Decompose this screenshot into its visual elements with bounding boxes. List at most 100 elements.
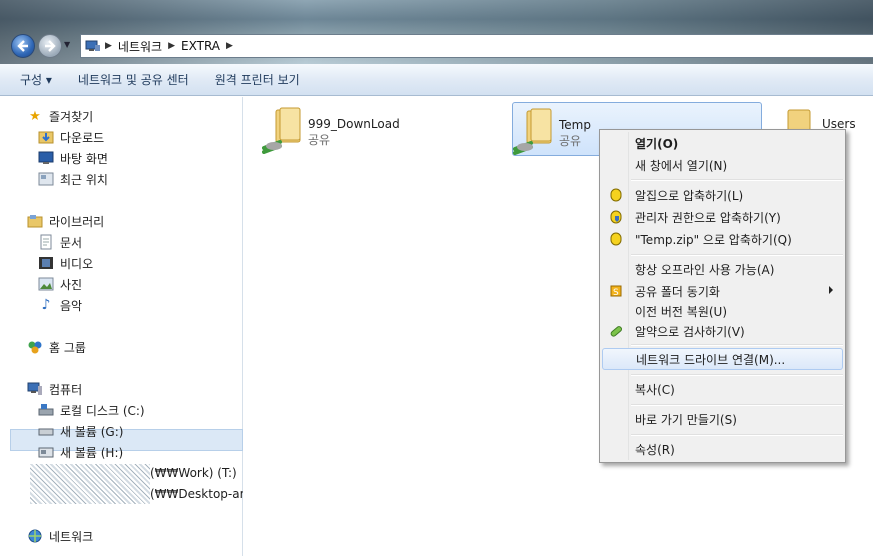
sidebar-item-label: 네트워크 [49, 529, 94, 544]
menu-item-properties[interactable]: 속성(R) [602, 438, 843, 460]
share-name: 999_DownLoad [308, 117, 400, 131]
sidebar-item-libraries[interactable]: 라이브러리 [27, 211, 104, 231]
sidebar-item-work-drive[interactable]: (₩₩Work) (T:) [150, 463, 237, 483]
breadcrumb-extra[interactable]: EXTRA [181, 39, 220, 53]
sidebar-item-downloads[interactable]: 다운로드 [38, 127, 104, 147]
view-remote-printers-button[interactable]: 원격 프린터 보기 [209, 68, 306, 91]
share-type: 공유 [308, 133, 331, 147]
sidebar-item-desktop[interactable]: 바탕 화면 [38, 148, 108, 168]
document-icon [38, 234, 54, 250]
sidebar-item-label: 즐겨찾기 [49, 109, 94, 124]
star-icon: ★ [29, 108, 41, 124]
arrow-left-icon [17, 40, 28, 52]
address-bar[interactable]: ▶ 네트워크 ▶ EXTRA ▶ [80, 34, 873, 58]
breadcrumb-separator-icon[interactable]: ▶ [168, 41, 175, 51]
alzip-icon [608, 231, 624, 247]
svg-text:S: S [613, 288, 619, 298]
back-button[interactable] [11, 34, 35, 58]
sidebar-item-network[interactable]: 네트워크 [27, 526, 93, 546]
homegroup-icon [27, 339, 43, 355]
sidebar-item-volume-h[interactable]: 새 볼륨 (H:) [38, 442, 123, 462]
hard-drive-icon [38, 402, 54, 418]
organize-button[interactable]: 구성 ▾ [14, 68, 58, 91]
menu-item-label: 알약으로 검사하기(V) [635, 324, 745, 339]
sidebar-item-favorites[interactable]: ★ 즐겨찾기 [27, 106, 93, 126]
sidebar-item-label: 홈 그룹 [49, 340, 86, 355]
breadcrumb-network[interactable]: 네트워크 [118, 38, 162, 55]
menu-item-copy[interactable]: 복사(C) [602, 378, 843, 400]
download-folder-icon [38, 129, 54, 145]
sidebar-item-label: 라이브러리 [49, 214, 105, 229]
breadcrumb-separator-icon[interactable]: ▶ [226, 41, 233, 51]
menu-item-always-offline[interactable]: 항상 오프라인 사용 가능(A) [602, 258, 843, 280]
sidebar-item-label: 문서 [60, 235, 83, 250]
sidebar-item-label: 새 볼륨 (G:) [60, 424, 124, 439]
sidebar-item-music[interactable]: ♪ 음악 [38, 295, 83, 315]
network-location-icon [85, 39, 101, 53]
sidebar-item-desktop-drive[interactable]: (₩₩Desktop-ami! [150, 484, 243, 504]
pill-icon [608, 323, 624, 339]
menu-item-sync-shared-folder[interactable]: S 공유 폴더 동기화 [602, 280, 843, 302]
picture-icon [38, 276, 54, 292]
sidebar-item-computer[interactable]: 컴퓨터 [27, 379, 82, 399]
removable-drive-icon [38, 444, 54, 460]
sidebar-item-label: 음악 [60, 298, 83, 313]
forward-button[interactable] [38, 34, 62, 58]
admin-shield-zip-icon [608, 209, 624, 225]
sidebar-item-documents[interactable]: 문서 [38, 232, 82, 252]
menu-item-map-network-drive[interactable]: 네트워크 드라이브 연결(M)... [602, 348, 843, 370]
menu-item-restore-previous[interactable]: 이전 버전 복원(U) [602, 300, 843, 322]
menu-item-label: 알집으로 압축하기(L) [635, 188, 744, 203]
network-globe-icon [27, 528, 43, 544]
music-note-icon: ♪ [41, 297, 51, 313]
share-item-999-download[interactable]: 999_DownLoad 공유 [262, 102, 462, 156]
arrow-right-icon [45, 40, 56, 52]
sidebar-item-label: 비디오 [60, 256, 94, 271]
recent-places-icon [38, 171, 54, 187]
hard-drive-icon [38, 423, 54, 439]
pixelated-redaction [30, 464, 150, 504]
menu-item-zip-temp[interactable]: "Temp.zip" 으로 압축하기(Q) [602, 228, 843, 250]
breadcrumb-separator-icon[interactable]: ▶ [105, 41, 112, 51]
sidebar-item-local-disk[interactable]: 로컬 디스크 (C:) [38, 400, 145, 420]
share-name: Temp [559, 118, 591, 132]
menu-item-label: 관리자 권한으로 압축하기(Y) [635, 210, 781, 225]
sidebar-item-homegroup[interactable]: 홈 그룹 [27, 337, 86, 357]
menu-item-open-new-window[interactable]: 새 창에서 열기(N) [602, 154, 843, 176]
menu-item-open[interactable]: 열기(O) [602, 132, 843, 154]
menu-item-admin-zip[interactable]: 관리자 권한으로 압축하기(Y) [602, 206, 843, 228]
menu-separator [631, 344, 843, 346]
menu-separator [631, 179, 843, 181]
desktop-icon [38, 150, 54, 166]
network-sharing-center-button[interactable]: 네트워크 및 공유 센터 [72, 68, 195, 91]
alzip-icon [608, 187, 624, 203]
shared-folder-icon [513, 107, 552, 155]
share-type: 공유 [559, 134, 582, 148]
menu-separator [631, 374, 843, 376]
computer-icon [27, 381, 43, 397]
sidebar-item-label: (₩₩Desktop-ami! [150, 487, 243, 501]
sidebar-item-recent[interactable]: 최근 위치 [38, 169, 108, 189]
sidebar-item-label: 바탕 화면 [60, 151, 108, 166]
menu-item-alyac-scan[interactable]: 알약으로 검사하기(V) [602, 320, 843, 342]
film-icon [38, 255, 54, 271]
command-bar: 구성 ▾ 네트워크 및 공유 센터 원격 프린터 보기 [0, 64, 873, 96]
sidebar-item-label: 컴퓨터 [49, 382, 83, 397]
menu-item-alzip[interactable]: 알집으로 압축하기(L) [602, 184, 843, 206]
menu-separator [631, 254, 843, 256]
sidebar-item-label: 최근 위치 [60, 172, 108, 187]
sidebar-item-label: 다운로드 [60, 130, 105, 145]
menu-separator [631, 404, 843, 406]
sidebar-item-volume-g[interactable]: 새 볼륨 (G:) [38, 421, 123, 441]
sidebar-item-label: (₩₩Work) (T:) [150, 466, 237, 480]
menu-item-label: 공유 폴더 동기화 [635, 284, 720, 299]
sidebar-item-pictures[interactable]: 사진 [38, 274, 82, 294]
context-menu: 열기(O) 새 창에서 열기(N) 알집으로 압축하기(L) 관리자 권한으로 … [599, 129, 846, 463]
sync-icon: S [608, 283, 624, 299]
sidebar-item-label: 사진 [60, 277, 83, 292]
library-icon [27, 213, 43, 229]
recent-pages-dropdown[interactable]: ▼ [64, 40, 74, 52]
menu-item-create-shortcut[interactable]: 바로 가기 만들기(S) [602, 408, 843, 430]
sidebar-item-videos[interactable]: 비디오 [38, 253, 93, 273]
sidebar-item-label: 새 볼륨 (H:) [60, 445, 124, 460]
